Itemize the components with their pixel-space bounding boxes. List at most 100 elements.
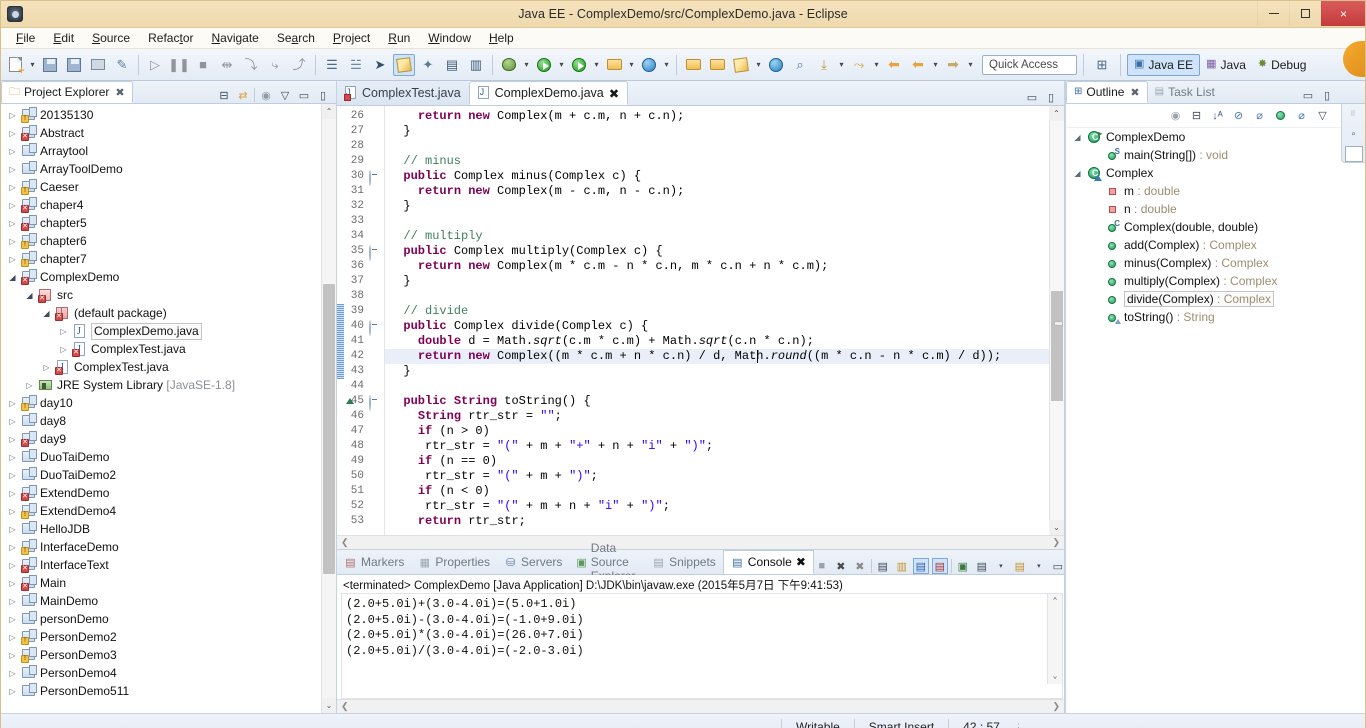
tree-item-complexdemo-java[interactable]: ▷ ComplexDemo.java (1, 322, 336, 340)
folder-button[interactable] (706, 54, 728, 76)
chevron-right-icon[interactable]: ▷ (7, 489, 18, 498)
tree-item-src[interactable]: ◢ ✕ src (1, 286, 336, 304)
scroll-right-icon[interactable]: ❯ (1052, 701, 1060, 712)
code-line[interactable]: double d = Math.sqrt(c.m * c.m) + Math.s… (389, 334, 814, 349)
chevron-right-icon[interactable]: ▷ (7, 543, 18, 552)
focus-on-active-task-icon[interactable]: ◉ (1167, 107, 1184, 124)
coverage-button[interactable] (568, 54, 590, 76)
hide-static-icon[interactable]: ⌀ (1251, 107, 1268, 124)
tree-item-interfacetext[interactable]: ▷ ✕ InterfaceText (1, 556, 336, 574)
code-line[interactable]: } (389, 364, 410, 379)
chevron-down-icon[interactable]: ◢ (1072, 133, 1083, 142)
chevron-right-icon[interactable]: ▷ (7, 183, 18, 192)
tree-item-jre-system-library[interactable]: ▷ JRE System Library [JavaSE-1.8] (1, 376, 336, 394)
outline-item-m[interactable]: m : double (1066, 182, 1365, 200)
outline-item-add-complex-[interactable]: add(Complex) : Complex (1066, 236, 1365, 254)
tab-console[interactable]: ▤ Console ✖ (722, 550, 814, 574)
maximize-icon[interactable]: ▯ (1319, 87, 1335, 103)
minimize-icon[interactable]: ▭ (1024, 89, 1040, 105)
code-line[interactable]: if (n > 0) (389, 424, 490, 439)
menu-search[interactable]: Search (268, 29, 324, 47)
scroll-up-icon[interactable]: ⌃ (322, 104, 336, 119)
tree-item-duotaidemo[interactable]: ▷ DuoTaiDemo (1, 448, 336, 466)
chevron-right-icon[interactable]: ▷ (7, 237, 18, 246)
open-web-browser-button[interactable] (765, 54, 787, 76)
tree-item-chapter5[interactable]: ▷ ✕ chapter5 (1, 214, 336, 232)
chevron-right-icon[interactable]: ▷ (24, 381, 35, 390)
next-annotation-button[interactable]: ⤳ (848, 54, 870, 76)
outline-item-complexdemo[interactable]: ◢▸ComplexDemo (1066, 128, 1365, 146)
suspend-button[interactable]: ❚❚ (168, 54, 190, 76)
tree-item-20135130[interactable]: ▷! 20135130 (1, 106, 336, 124)
tree-item-complextest-java[interactable]: ▷✕ ComplexTest.java (1, 358, 336, 376)
forward-button[interactable]: ➡ (942, 54, 964, 76)
maximize-icon[interactable]: ▯ (315, 87, 331, 103)
code-line[interactable]: return new Complex((m * c.m + n * c.n) /… (389, 349, 1001, 364)
code-line[interactable]: // multiply (389, 229, 482, 244)
menu-run[interactable]: Run (379, 29, 419, 47)
scroll-up-icon[interactable]: ⌃ (1049, 106, 1064, 121)
menu-navigate[interactable]: Navigate (202, 29, 267, 47)
menu-window[interactable]: Window (419, 29, 480, 47)
print-button[interactable] (87, 54, 109, 76)
code-line[interactable]: rtr_str = "(" + m + ")"; (389, 469, 598, 484)
fast-view-grip[interactable]: ⠿ (1345, 106, 1363, 122)
chevron-right-icon[interactable]: ▷ (7, 129, 18, 138)
forward-dropdown[interactable]: ▾ (965, 54, 976, 76)
outline-item-multiply-complex-[interactable]: multiply(Complex) : Complex (1066, 272, 1365, 290)
tree-item-persondemo511[interactable]: ▷ PersonDemo511 (1, 682, 336, 700)
chevron-down-icon[interactable]: ◢ (41, 309, 52, 318)
tree-item-complextest-java[interactable]: ▷✕ ComplexTest.java (1, 340, 336, 358)
show-console-on-output-icon[interactable]: ▤ (912, 558, 929, 574)
remove-all-launches-icon[interactable]: ✖ (852, 558, 868, 574)
code-line[interactable]: } (389, 199, 410, 214)
display-selected-console-icon[interactable]: ▤ (974, 558, 990, 574)
minimize-icon[interactable]: ▭ (1300, 87, 1316, 103)
eraser-button[interactable] (730, 54, 752, 76)
tab-outline[interactable]: ⊞ Outline ✖ (1066, 81, 1148, 103)
code-line[interactable]: return rtr_str; (389, 514, 526, 529)
back-dropdown[interactable]: ▾ (930, 54, 941, 76)
tree-item-interfacedemo[interactable]: ▷! InterfaceDemo (1, 538, 336, 556)
focus-on-active-task-icon[interactable]: ◉ (258, 87, 274, 103)
collapse-all-icon[interactable]: ⊟ (216, 87, 232, 103)
tree-item-extenddemo4[interactable]: ▷! ExtendDemo4 (1, 502, 336, 520)
editor-horizontal-scrollbar[interactable]: ❮ ❯ (337, 535, 1064, 549)
code-line[interactable]: public String toString() { (389, 394, 590, 409)
new-package-button[interactable]: ☰ (321, 54, 343, 76)
tree-item-maindemo[interactable]: ▷ MainDemo (1, 592, 336, 610)
tree-item-day10[interactable]: ▷! day10 (1, 394, 336, 412)
outline-item-main-string-[interactable]: Smain(String[]) : void (1066, 146, 1365, 164)
tab-complextest-java[interactable]: J ComplexTest.java (337, 81, 469, 105)
tree-item-chaper4[interactable]: ▷ ✕ chaper4 (1, 196, 336, 214)
chevron-right-icon[interactable]: ▷ (58, 345, 69, 354)
tree-item-complexdemo[interactable]: ◢ ✕ ComplexDemo (1, 268, 336, 286)
new-annotation-button[interactable]: ✦ (417, 54, 439, 76)
tree-item-day8[interactable]: ▷ day8 (1, 412, 336, 430)
fold-toggle-icon[interactable] (369, 395, 380, 411)
view-menu-icon[interactable]: ▽ (277, 87, 293, 103)
console-horizontal-scrollbar[interactable]: ❮ ❯ (337, 699, 1064, 713)
open-console-icon[interactable]: ▤ (1012, 558, 1028, 574)
show-console-on-error-icon[interactable]: ▤ (931, 558, 948, 574)
chevron-right-icon[interactable]: ▷ (7, 147, 18, 156)
open-task-button[interactable]: ▥ (465, 54, 487, 76)
menu-source[interactable]: Source (83, 29, 139, 47)
chevron-down-icon[interactable]: ◢ (1072, 169, 1083, 178)
tree-item-persondemo3[interactable]: ▷! PersonDemo3 (1, 646, 336, 664)
code-line[interactable]: rtr_str = "(" + m + n + "i" + ")"; (389, 499, 670, 514)
tab-snippets[interactable]: ▤ Snippets (645, 550, 723, 574)
chevron-right-icon[interactable]: ▷ (7, 201, 18, 210)
code-line[interactable]: return new Complex(m * c.m - n * c.n, m … (389, 259, 829, 274)
connection-dropdown[interactable]: ▾ (661, 54, 672, 76)
close-icon[interactable]: ✖ (609, 86, 619, 101)
tree-item-main[interactable]: ▷ ✕ Main (1, 574, 336, 592)
chevron-down-icon[interactable]: ◢ (24, 291, 35, 300)
project-tree[interactable]: ⌃ ⌄ ▷! 20135130 ▷ ✕ Abstract ▷ Arraytool ▷ Array… (1, 104, 336, 713)
tree-item-chapter7[interactable]: ▷! chapter7 (1, 250, 336, 268)
tab-data-source-explorer[interactable]: ▣Data Source Explorer (569, 541, 645, 583)
close-icon[interactable]: ✖ (796, 555, 806, 569)
tree-item-arraytooldemo[interactable]: ▷ ArrayToolDemo (1, 160, 336, 178)
editor-canvas[interactable]: 26 27 28 29 30 31 32 33 34 35 36 37 38 39 40 41 42 43 44 45… (337, 106, 1064, 535)
code-line[interactable]: if (n == 0) (389, 454, 497, 469)
